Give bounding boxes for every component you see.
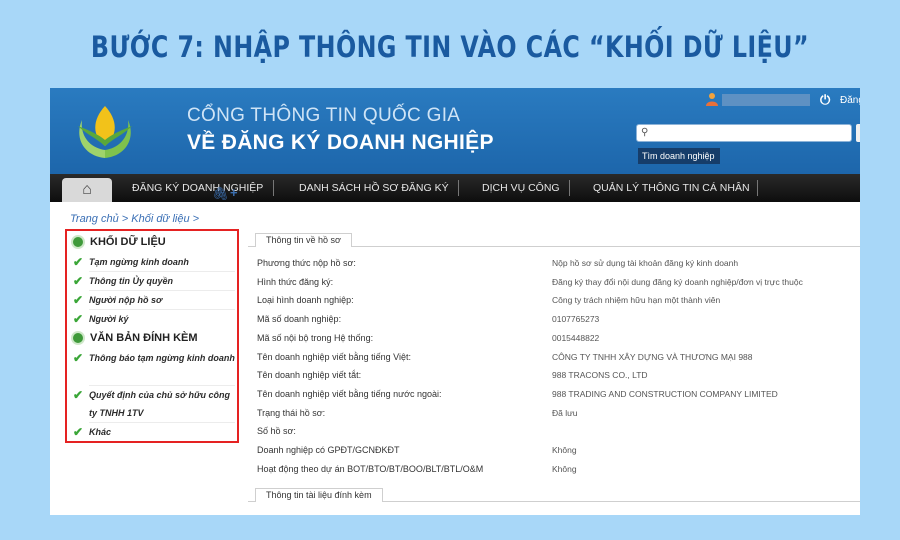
info-label: Loại hình doanh nghiệp: bbox=[257, 295, 354, 306]
nav-separator bbox=[458, 180, 459, 196]
sidebar-item-khac[interactable]: ✔ Khác bbox=[73, 423, 235, 441]
info-row: Tên doanh nghiệp viết bằng tiếng Việt: CÔ… bbox=[257, 352, 857, 368]
info-value: Công ty trách nhiệm hữu hạn một thành vi… bbox=[552, 295, 721, 306]
sidebar-item-thong-bao[interactable]: ✔ Thông báo tạm ngừng kinh doanh bbox=[73, 349, 235, 367]
info-row: Doanh nghiệp có GPĐT/GCNĐKĐT Không bbox=[257, 445, 857, 461]
nav-item-quan-ly[interactable]: QUẢN LÝ THÔNG TIN CÁ NHÂN bbox=[593, 174, 750, 202]
sidebar-item-quyet-dinh[interactable]: ✔ Quyết định của chủ sở hữu công ty TNHH… bbox=[73, 386, 235, 422]
user-name-redacted[interactable] bbox=[722, 94, 810, 106]
info-value: Đăng ký thay đổi nội dung đăng ký doanh … bbox=[552, 276, 803, 287]
page-headline: BƯỚC 7: NHẬP THÔNG TIN VÀO CÁC “KHỐI DỮ … bbox=[90, 30, 810, 64]
sidebar-item-nguoi-nop[interactable]: ✔ Người nộp hồ sơ bbox=[73, 291, 235, 309]
portal-title-line1: CỔNG THÔNG TIN QUỐC GIA bbox=[187, 105, 461, 126]
check-icon: ✔ bbox=[73, 388, 84, 402]
info-value: Không bbox=[552, 463, 577, 474]
plus-icon[interactable]: + bbox=[230, 185, 238, 200]
info-label: Phương thức nộp hồ sơ: bbox=[257, 258, 356, 268]
info-value: CÔNG TY TNHH XÂY DỰNG VÀ THƯƠNG MẠI 988 bbox=[552, 351, 753, 362]
info-row: Tên doanh nghiệp viết tắt: 988 TRACONS CO… bbox=[257, 370, 857, 386]
main-nav: ⌂ ĐĂNG KÝ DOANH NGHIỆP DANH SÁCH HỒ SƠ Đ… bbox=[50, 174, 860, 202]
info-label: Hình thức đăng ký: bbox=[257, 276, 334, 287]
screenshot-frame: CỔNG THÔNG TIN QUỐC GIA VỀ ĐĂNG KÝ DOANH… bbox=[50, 88, 860, 515]
info-row: Hoạt động theo dự án BOT/BTO/BT/BOO/BLT/… bbox=[257, 464, 857, 480]
info-row: Hình thức đăng ký: Đăng ký thay đổi nội d… bbox=[257, 277, 857, 293]
info-label: Mã số doanh nghiệp: bbox=[257, 314, 342, 325]
sidebar-section-van-ban[interactable]: VĂN BẢN ĐÍNH KÈM bbox=[71, 329, 198, 347]
info-row: Phương thức nộp hồ sơ: Nộp hồ sơ sử dụng … bbox=[257, 258, 857, 274]
info-label: Hoạt động theo dự án BOT/BTO/BT/BOO/BLT/… bbox=[257, 463, 484, 474]
user-icon[interactable] bbox=[705, 92, 719, 106]
section-circle-icon bbox=[71, 235, 85, 249]
portal-title-line2: VỀ ĐĂNG KÝ DOANH NGHIỆP bbox=[187, 131, 494, 154]
info-label: Mã số nội bộ trong Hệ thống: bbox=[257, 332, 374, 343]
info-label: Tên doanh nghiệp viết bằng tiếng nước ng… bbox=[257, 388, 442, 399]
check-icon: ✔ bbox=[73, 351, 84, 365]
info-value: Nộp hồ sơ sử dụng tài khoản đăng ký kinh… bbox=[552, 258, 739, 268]
search-label: Tìm doanh nghiệp bbox=[638, 148, 720, 164]
info-row: Trạng thái hồ sơ: Đã lưu bbox=[257, 408, 857, 424]
sidebar-item-tam-ngung[interactable]: ✔ Tạm ngừng kinh doanh bbox=[73, 253, 235, 271]
check-icon: ✔ bbox=[73, 255, 84, 269]
search-icon: ⚲ bbox=[641, 127, 649, 138]
info-value: 988 TRADING AND CONSTRUCTION COMPANY LIM… bbox=[552, 388, 778, 399]
nav-separator bbox=[757, 180, 758, 196]
info-value: 0015448822 bbox=[552, 332, 600, 343]
nav-item-dang-ky[interactable]: ĐĂNG KÝ DOANH NGHIỆP bbox=[132, 174, 263, 202]
sidebar-item-uy-quyen[interactable]: ✔ Thông tin Ủy quyền bbox=[73, 272, 235, 290]
info-label: Tên doanh nghiệp viết tắt: bbox=[257, 370, 362, 381]
search-button[interactable] bbox=[856, 124, 860, 142]
info-value: 988 TRACONS CO., LTD bbox=[552, 370, 648, 381]
info-label: Trạng thái hồ sơ: bbox=[257, 407, 326, 418]
tab-thong-tin-ho-so[interactable]: Thông tin về hồ sơ bbox=[255, 233, 352, 247]
portal-banner: CỔNG THÔNG TIN QUỐC GIA VỀ ĐĂNG KÝ DOANH… bbox=[50, 88, 860, 174]
check-icon: ✔ bbox=[73, 425, 84, 439]
info-value: 0107765273 bbox=[552, 314, 600, 325]
tab-tai-lieu-dinh-kem[interactable]: Thông tin tài liệu đính kèm bbox=[255, 488, 383, 502]
info-row: Mã số doanh nghiệp: 0107765273 bbox=[257, 314, 857, 330]
nav-separator bbox=[273, 180, 274, 196]
home-icon[interactable]: ⌂ bbox=[62, 178, 112, 202]
check-icon: ✔ bbox=[73, 312, 84, 326]
breadcrumb[interactable]: Trang chủ > Khối dữ liệu > bbox=[70, 213, 199, 225]
nav-separator bbox=[569, 180, 570, 196]
info-row: Mã số nội bộ trong Hệ thống: 0015448822 bbox=[257, 333, 857, 349]
power-icon[interactable]: ⏻ bbox=[820, 92, 830, 108]
nav-item-danh-sach[interactable]: DANH SÁCH HỒ SƠ ĐĂNG KÝ bbox=[299, 174, 449, 202]
info-value: Đã lưu bbox=[552, 407, 578, 418]
info-row: Tên doanh nghiệp viết bằng tiếng nước ng… bbox=[257, 389, 857, 405]
section-circle-icon bbox=[71, 331, 85, 345]
sidebar-section-khoi-du-lieu[interactable]: KHỐI DỮ LIỆU bbox=[71, 233, 166, 251]
paperclip-icon[interactable]: 🖇 bbox=[212, 186, 229, 202]
check-icon: ✔ bbox=[73, 274, 84, 288]
login-link[interactable]: Đăng bbox=[840, 95, 860, 106]
info-label: Doanh nghiệp có GPĐT/GCNĐKĐT bbox=[257, 445, 400, 455]
portal-logo-icon bbox=[78, 106, 132, 158]
info-row: Số hồ sơ: bbox=[257, 426, 857, 442]
sidebar-highlight-box: KHỐI DỮ LIỆU ✔ Tạm ngừng kinh doanh ✔ Th… bbox=[65, 229, 239, 443]
info-row: Loại hình doanh nghiệp: Công ty trách nhi… bbox=[257, 295, 857, 311]
search-input[interactable] bbox=[636, 124, 852, 142]
info-value: Không bbox=[552, 445, 577, 455]
info-label: Tên doanh nghiệp viết bằng tiếng Việt: bbox=[257, 351, 411, 362]
nav-item-dich-vu[interactable]: DỊCH VỤ CÔNG bbox=[482, 174, 560, 202]
sidebar-item-nguoi-ky[interactable]: ✔ Người ký bbox=[73, 310, 235, 328]
check-icon: ✔ bbox=[73, 293, 84, 307]
info-label: Số hồ sơ: bbox=[257, 426, 296, 437]
